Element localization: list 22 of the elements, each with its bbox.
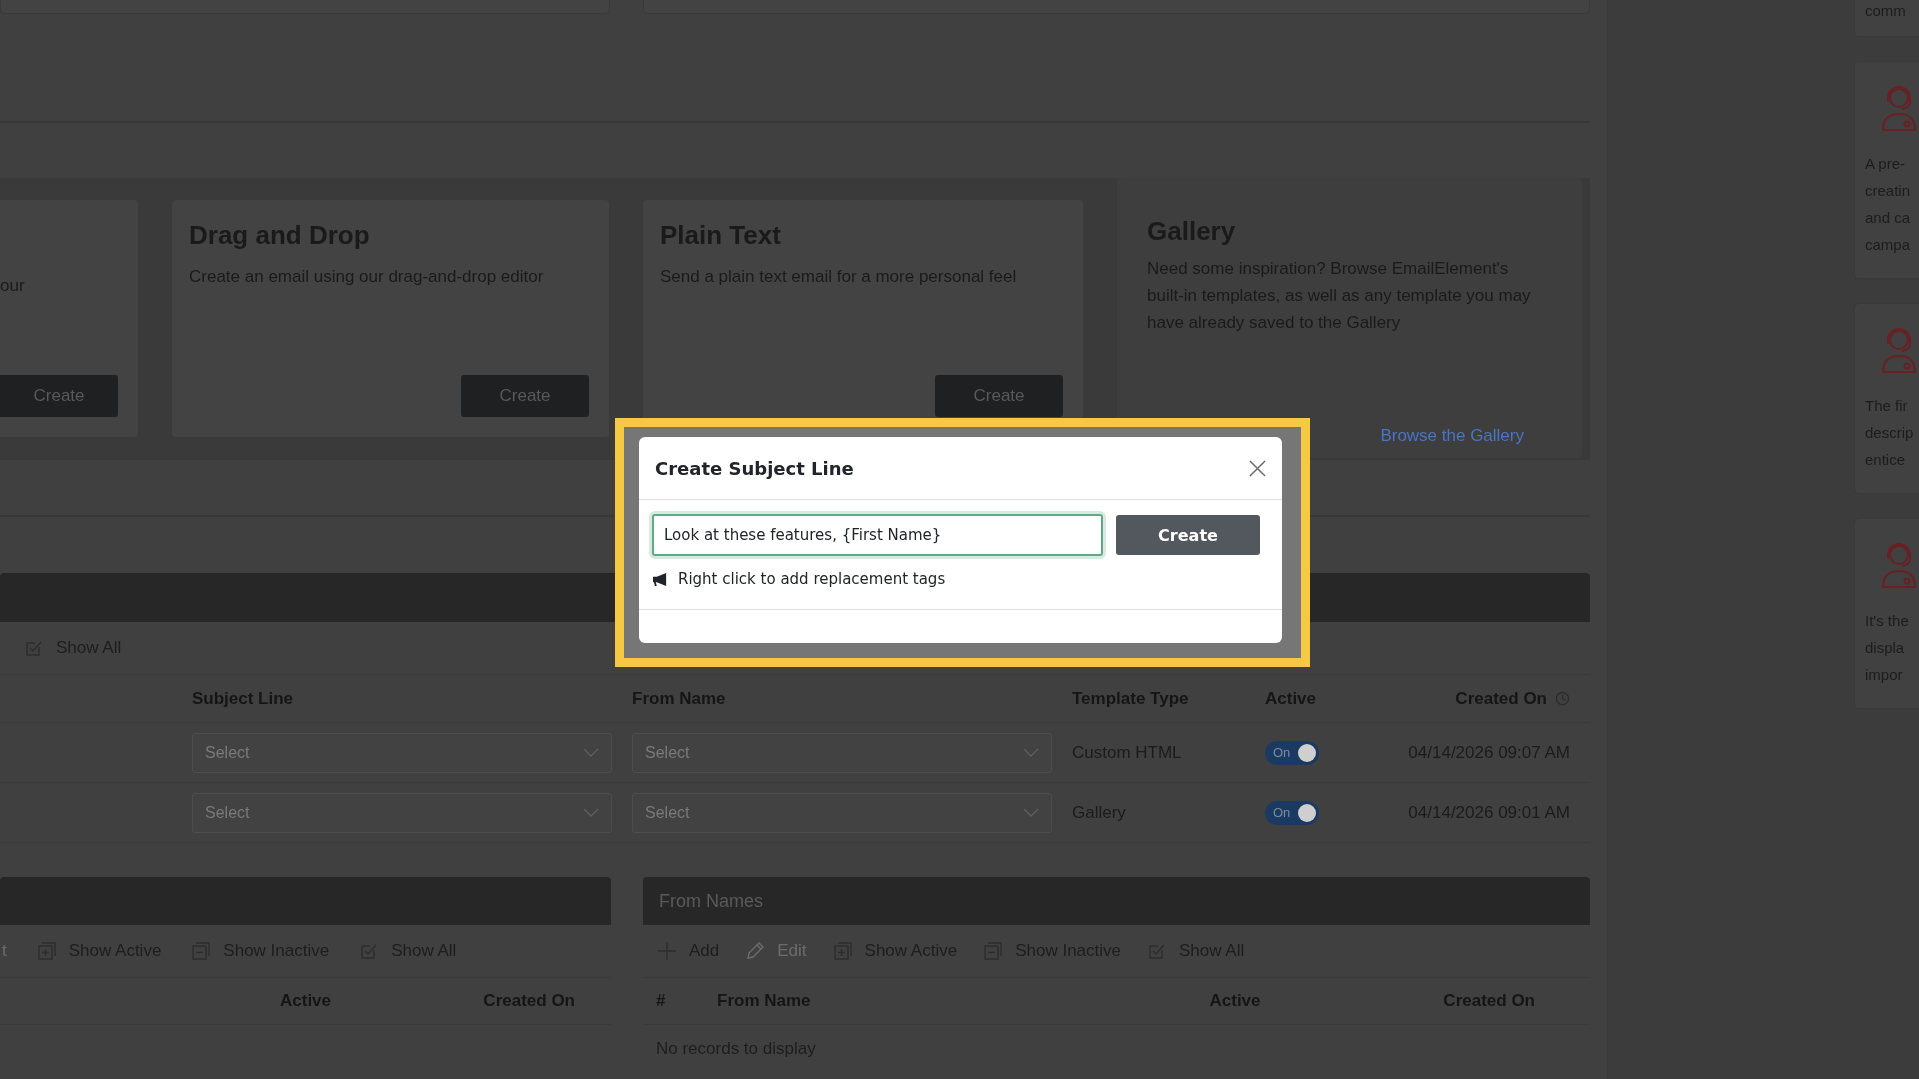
from-name-select[interactable]: Select [632, 792, 1052, 833]
create-button[interactable]: Create [935, 375, 1063, 417]
subject-input[interactable]: Look at these features, {First Name} [652, 514, 1103, 556]
pencil-icon [745, 941, 766, 961]
create-button[interactable]: Create [461, 375, 589, 417]
subject-select[interactable]: Select [192, 732, 612, 773]
chevron-down-icon [583, 747, 599, 758]
close-icon[interactable] [1249, 459, 1266, 477]
dialog-title: Create Subject Line [655, 457, 854, 479]
chevron-down-icon [1023, 807, 1039, 818]
megaphone-icon [652, 571, 669, 587]
active-toggle[interactable]: On [1265, 800, 1319, 825]
chevron-down-icon [583, 807, 599, 818]
create-button[interactable]: Create [0, 375, 118, 417]
subject-select[interactable]: Select [192, 792, 612, 833]
column-header: # [655, 991, 667, 1011]
create-button[interactable]: Create [1116, 515, 1260, 555]
gallery-link[interactable]: Browse the Gallery [1380, 426, 1524, 446]
hint-text: Right click to add replacement tags [678, 570, 946, 588]
chevron-down-icon [1023, 747, 1039, 758]
from-name-select[interactable]: Select [632, 732, 1052, 773]
active-toggle[interactable]: On [1265, 740, 1319, 765]
